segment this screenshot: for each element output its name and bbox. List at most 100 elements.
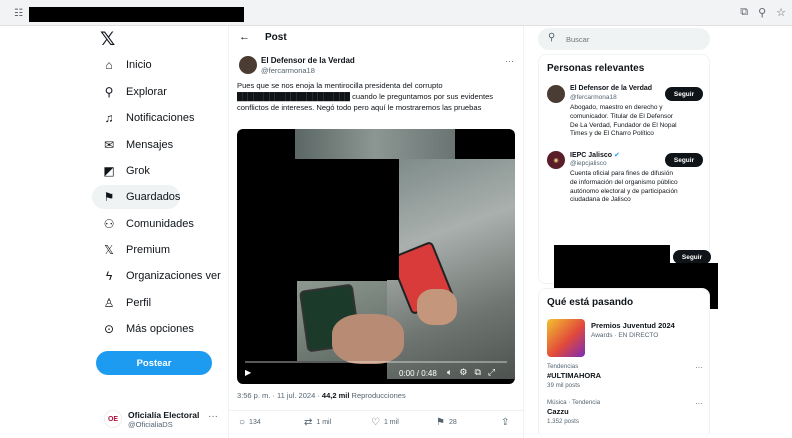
follow-button[interactable]: Seguir bbox=[665, 87, 703, 101]
search-box[interactable]: ⚲ bbox=[538, 28, 710, 50]
action-count: 28 bbox=[448, 419, 457, 426]
page-title: Post bbox=[265, 32, 287, 43]
lightning-icon: ϟ bbox=[105, 269, 113, 283]
trend-name: Cazzu bbox=[547, 407, 569, 416]
search-input[interactable] bbox=[566, 32, 696, 46]
left-sidebar: 𝕏 ⌂ Inicio ⚲ Explorar ♫ Notificaciones ✉ Mensaj… bbox=[92, 26, 222, 438]
nav-item-inicio[interactable]: ⌂ Inicio bbox=[92, 53, 151, 77]
repost-button[interactable]: ⇄ 1 mil bbox=[304, 417, 331, 428]
nav-item-label: Grok bbox=[126, 165, 150, 177]
action-count: 1 mil bbox=[383, 419, 399, 426]
x-logo-icon[interactable]: 𝕏 bbox=[100, 28, 115, 51]
home-icon: ⌂ bbox=[105, 58, 113, 72]
cast-icon[interactable]: ⧉ bbox=[740, 6, 748, 19]
follow-button[interactable]: Seguir bbox=[665, 153, 703, 167]
nav-item-mensajes[interactable]: ✉ Mensajes bbox=[92, 133, 173, 157]
nav-item-label: Guardados bbox=[126, 191, 181, 203]
trend-count: 1.352 posts bbox=[547, 418, 579, 425]
nav-item-label: Mensajes bbox=[126, 139, 174, 151]
premium-icon: 𝕏 bbox=[104, 243, 114, 257]
post-timestamp[interactable]: 3:56 p. m. · 11 jul. 2024 · bbox=[237, 391, 322, 400]
post-text: Pues que se nos enoja la mentirocilla pr… bbox=[237, 81, 494, 112]
trend-item[interactable]: Música · Tendencia Cazzu 1.352 posts ··· bbox=[547, 399, 707, 429]
tune-icon[interactable]: ☷ bbox=[14, 8, 23, 19]
trend-more-icon[interactable]: ··· bbox=[695, 363, 703, 372]
communities-icon: ⚇ bbox=[103, 217, 115, 231]
nav-item-label: Organizaciones ver bbox=[126, 270, 221, 282]
nav-item-organizaciones[interactable]: ϟ Organizaciones ver bbox=[92, 264, 221, 288]
nav-item-label: Notificaciones bbox=[126, 112, 195, 124]
post-button[interactable]: Postear bbox=[96, 351, 212, 375]
trend-category: Música · Tendencia bbox=[547, 399, 601, 406]
more-options-icon: ⊙ bbox=[103, 322, 115, 336]
person-name[interactable]: IEPC Jalisco ✔ bbox=[570, 151, 620, 159]
post-header: ← Post bbox=[229, 26, 525, 50]
like-button[interactable]: ♡ 1 mil bbox=[371, 417, 399, 428]
trend-more-icon[interactable]: ··· bbox=[695, 399, 703, 408]
play-icon[interactable]: ▶ bbox=[245, 368, 251, 377]
person-bio: Abogado, maestro en derecho y comunicado… bbox=[570, 104, 677, 138]
search-icon: ⚲ bbox=[104, 85, 114, 99]
views-label: Reproducciones bbox=[349, 391, 406, 400]
share-button[interactable]: ⇪ bbox=[501, 417, 509, 428]
trends-panel: Qué está pasando Premios Juventud 2024 A… bbox=[538, 288, 710, 438]
nav-item-explorar[interactable]: ⚲ Explorar bbox=[92, 80, 167, 104]
address-bar-redacted[interactable] bbox=[29, 7, 244, 22]
relevant-people-panel: Personas relevantes El Defensor de la Ve… bbox=[538, 54, 718, 309]
video-progress-bar[interactable] bbox=[245, 361, 507, 363]
video-player[interactable]: ▶ 0:00 / 0:48 🔈︎ ⚙ ⧉ ⤢ bbox=[237, 129, 515, 384]
account-handle: @OficialiaDS bbox=[128, 420, 173, 429]
zoom-icon[interactable]: ⚲ bbox=[758, 6, 766, 19]
trend-count: 39 mil posts bbox=[547, 382, 581, 389]
video-controls: ▶ 0:00 / 0:48 🔈︎ ⚙ ⧉ ⤢ bbox=[237, 358, 515, 384]
action-count: 1 mil bbox=[316, 419, 332, 426]
nav-item-premium[interactable]: 𝕏 Premium bbox=[92, 238, 170, 262]
trends-title: Qué está pasando bbox=[547, 297, 634, 308]
settings-icon[interactable]: ⚙ bbox=[459, 367, 467, 378]
person-card[interactable]: El Defensor de la Verdad @fercarmona18 A… bbox=[547, 85, 707, 145]
nav-item-guardados[interactable]: ⚑ Guardados bbox=[92, 185, 181, 209]
search-icon: ⚲ bbox=[548, 32, 556, 43]
relevant-people-title: Personas relevantes bbox=[547, 63, 645, 74]
star-icon[interactable]: ☆ bbox=[776, 6, 786, 19]
nav-item-label: Perfil bbox=[126, 297, 152, 309]
nav-item-perfil[interactable]: ♙ Perfil bbox=[92, 291, 151, 315]
author-handle[interactable]: @fercarmona18 bbox=[261, 66, 315, 75]
person-avatar[interactable] bbox=[547, 85, 565, 103]
nav-item-grok[interactable]: ◩ Grok bbox=[92, 159, 150, 183]
grok-icon: ◩ bbox=[103, 164, 115, 178]
pip-icon[interactable]: ⧉ bbox=[474, 367, 480, 378]
post-actions: ○ 134 ⇄ 1 mil ♡ 1 mil ⚑ 28 ⇪ bbox=[229, 410, 525, 438]
video-redaction bbox=[295, 159, 399, 280]
nav-item-label: Más opciones bbox=[126, 323, 194, 335]
author-avatar[interactable] bbox=[239, 56, 257, 74]
reply-button[interactable]: ○ 134 bbox=[239, 417, 261, 428]
account-name: Oficialía Electoral bbox=[128, 410, 200, 420]
author-name[interactable]: El Defensor de la Verdad bbox=[261, 56, 355, 65]
follow-button[interactable]: Seguir bbox=[673, 250, 711, 264]
account-more-icon[interactable]: ··· bbox=[208, 411, 218, 422]
nav-item-comunidades[interactable]: ⚇ Comunidades bbox=[92, 212, 194, 236]
featured-trend[interactable]: Premios Juventud 2024 Awards · EN DIRECT… bbox=[547, 319, 707, 361]
bookmark-button[interactable]: ⚑ 28 bbox=[436, 417, 457, 428]
view-count: 44,2 mil bbox=[321, 391, 350, 400]
volume-icon[interactable]: 🔈︎ bbox=[447, 367, 452, 378]
right-sidebar: ⚲ Personas relevantes El Defensor de la … bbox=[530, 26, 792, 438]
person-handle: @iepcjalisco bbox=[570, 160, 607, 167]
video-frame-top bbox=[295, 129, 455, 159]
person-card[interactable]: ◉ IEPC Jalisco ✔ @iepcjalisco Cuenta ofi… bbox=[547, 151, 707, 211]
person-name-text: IEPC Jalisco bbox=[570, 152, 613, 159]
nav-item-más[interactable]: ⊙ Más opciones bbox=[92, 317, 194, 341]
profile-icon: ♙ bbox=[103, 296, 115, 310]
nav-item-notificaciones[interactable]: ♫ Notificaciones bbox=[92, 106, 195, 130]
featured-trend-thumbnail bbox=[547, 319, 585, 357]
post-meta: 3:56 p. m. · 11 jul. 2024 · 44,2 mil Rep… bbox=[237, 391, 406, 400]
redaction-block bbox=[554, 245, 670, 283]
back-arrow-icon[interactable]: ← bbox=[239, 31, 250, 43]
post-more-icon[interactable]: ··· bbox=[505, 56, 514, 66]
person-avatar[interactable]: ◉ bbox=[547, 151, 565, 169]
fullscreen-icon[interactable]: ⤢ bbox=[488, 367, 495, 378]
person-name[interactable]: El Defensor de la Verdad bbox=[570, 85, 652, 92]
account-switcher[interactable]: OE Oficialía Electoral @OficialiaDS ··· bbox=[96, 406, 222, 432]
trend-item[interactable]: Tendencias #ULTIMAHORA 39 mil posts ··· bbox=[547, 363, 707, 393]
